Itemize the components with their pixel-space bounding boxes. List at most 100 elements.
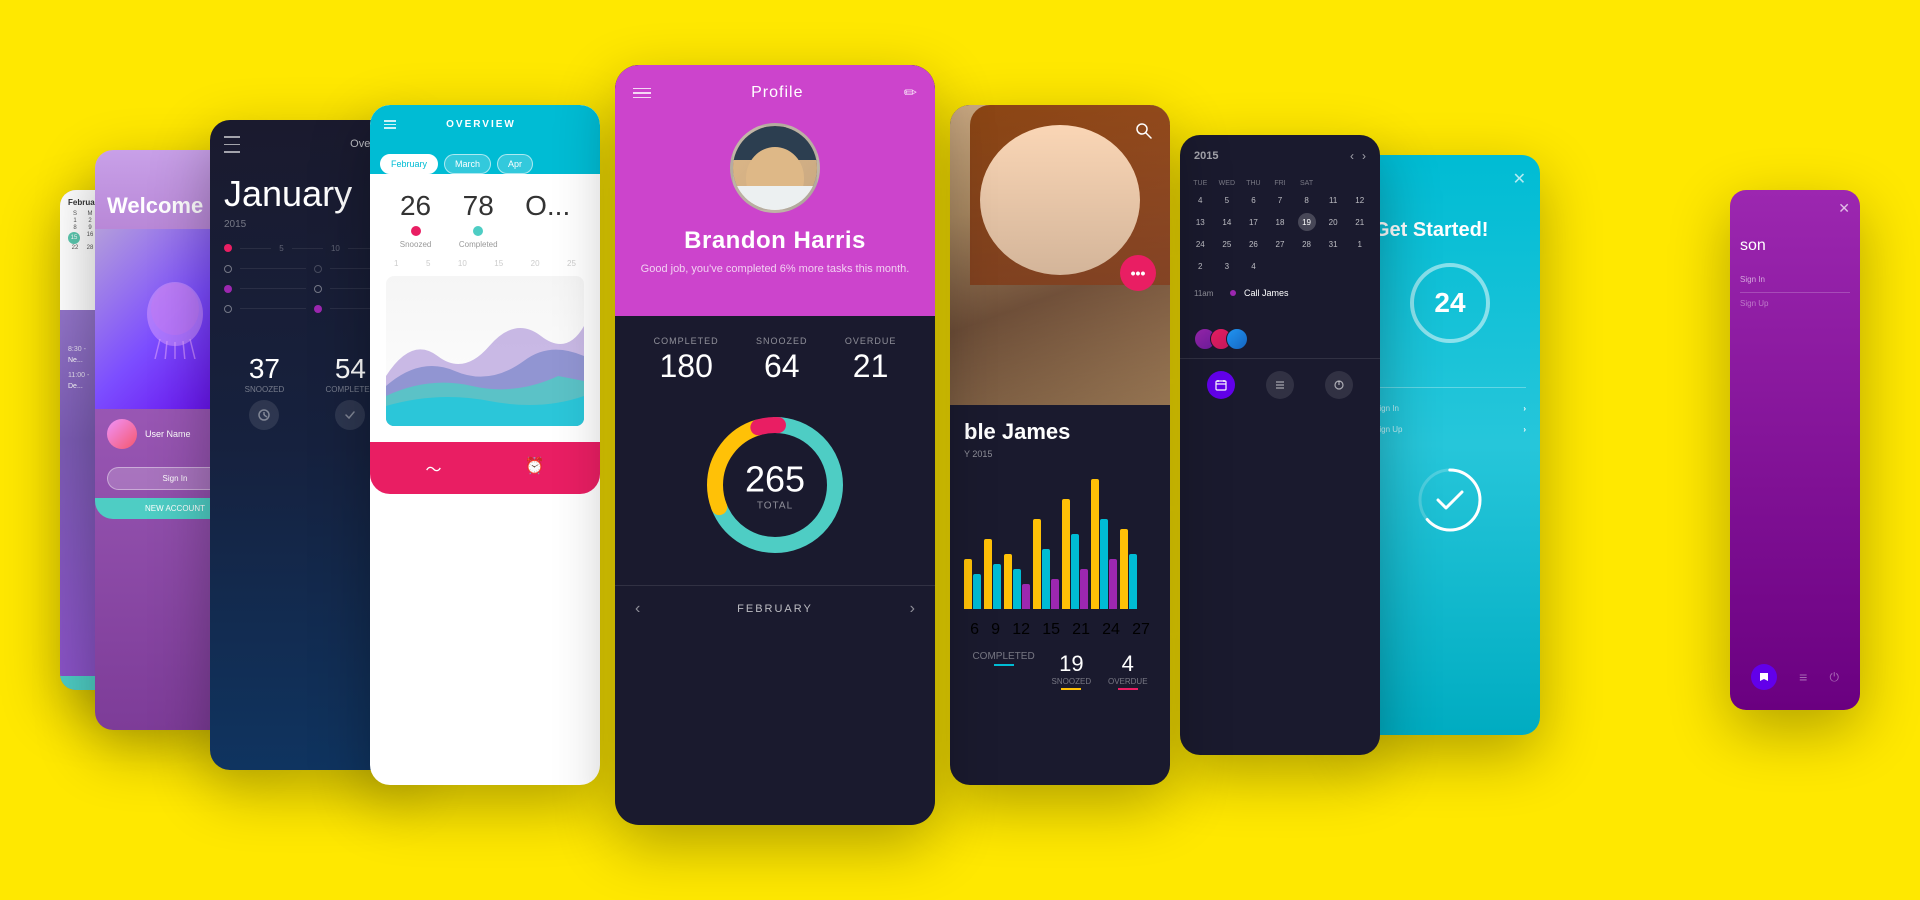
progress-ring xyxy=(1410,460,1490,540)
prev-month-button[interactable]: ‹ xyxy=(1350,149,1354,163)
timeline-dot xyxy=(314,265,322,273)
tab-february[interactable]: February xyxy=(380,154,438,174)
bar-teal xyxy=(1042,549,1050,609)
completed-stat: COMPLETED xyxy=(972,651,1034,692)
power-icon-button[interactable] xyxy=(1325,371,1353,399)
snoozed-label: Snoozed xyxy=(400,240,432,249)
completed-col: COMPLETED 180 xyxy=(654,336,719,385)
snoozed-line xyxy=(1061,688,1081,690)
bar-purple xyxy=(1022,584,1030,609)
snoozed-stat: 37 SNOOZED xyxy=(245,353,285,436)
power-icon-button[interactable]: ⏻ xyxy=(1829,664,1839,690)
next-month-button[interactable]: › xyxy=(910,600,915,618)
clock-icon[interactable]: ⏰ xyxy=(525,456,545,480)
list-icon-button[interactable] xyxy=(1266,371,1294,399)
cal-day[interactable]: 11 xyxy=(1324,191,1342,209)
wave-icon[interactable]: 〜 xyxy=(426,456,442,480)
cal-day[interactable]: 8 xyxy=(1298,191,1316,209)
x-label: 21 xyxy=(1072,621,1090,639)
menu-icon[interactable] xyxy=(384,120,396,129)
cal-today[interactable]: 19 xyxy=(1298,213,1316,231)
completed-value: COMPLETED xyxy=(972,651,1034,662)
prev-month-button[interactable]: ‹ xyxy=(635,600,640,618)
cal-day[interactable]: 14 xyxy=(1218,213,1236,231)
hamburger-line xyxy=(224,144,240,146)
cal-day[interactable]: 28 xyxy=(1298,235,1316,253)
more-options-button[interactable]: ••• xyxy=(1120,255,1156,291)
timeline-dot-purple xyxy=(224,285,232,293)
cal-day[interactable]: 13 xyxy=(1191,213,1209,231)
exit-icon[interactable]: ✕ xyxy=(1513,169,1526,189)
cal-day[interactable]: 20 xyxy=(1324,213,1342,231)
sign-in-arrow[interactable]: › xyxy=(1523,404,1526,413)
cal-day[interactable]: 1 xyxy=(1351,235,1369,253)
x-label: 15 xyxy=(1042,621,1060,639)
cal-day[interactable]: 6 xyxy=(1244,191,1262,209)
bar-teal xyxy=(973,574,981,609)
card9-header: ✕ xyxy=(1730,190,1860,227)
search-button[interactable] xyxy=(1132,119,1156,143)
tab-april[interactable]: Apr xyxy=(497,154,533,174)
menu-line xyxy=(633,88,651,90)
cal-day[interactable]: 17 xyxy=(1244,213,1262,231)
person-name: ble James xyxy=(950,405,1170,449)
menu-line xyxy=(384,127,396,129)
overdue-label: OVERDUE xyxy=(845,336,897,346)
bar-teal xyxy=(1071,534,1079,609)
hamburger-line xyxy=(224,136,240,138)
cal-day[interactable]: 25 xyxy=(1218,235,1236,253)
timeline-dot xyxy=(224,265,232,273)
next-month-button[interactable]: › xyxy=(1362,149,1366,163)
day-header: THU xyxy=(1241,177,1266,190)
sign-in-row: Sign In › xyxy=(1360,398,1540,419)
completed-stat: 54 COMPLETED xyxy=(326,353,376,436)
cal-day[interactable]: 7 xyxy=(1271,191,1289,209)
card-get-started: ✕ Get Started! 24 Sign In › Sign Up › xyxy=(1360,155,1540,735)
bar-group-5 xyxy=(1062,499,1088,609)
scale-label: 5 xyxy=(426,259,430,268)
profile-stats-section: COMPLETED 180 SNOOZED 64 OVERDUE 21 xyxy=(615,316,935,585)
cal-day[interactable]: 5 xyxy=(1218,191,1236,209)
completed-value: 180 xyxy=(654,348,719,385)
cal-day[interactable]: 24 xyxy=(1191,235,1209,253)
cal-day[interactable]: 12 xyxy=(1351,191,1369,209)
scale-label: 25 xyxy=(567,259,576,268)
menu-icon[interactable] xyxy=(633,88,651,99)
man-shirt xyxy=(733,186,817,210)
menu-line xyxy=(384,120,396,122)
title: son xyxy=(1740,237,1850,255)
cal-day[interactable]: 27 xyxy=(1271,235,1289,253)
tab-march[interactable]: March xyxy=(444,154,491,174)
month-tabs: February March Apr xyxy=(370,144,600,174)
list-icon-button[interactable]: ≡ xyxy=(1799,664,1807,690)
cal-day[interactable]: 26 xyxy=(1244,235,1262,253)
timeline-dot xyxy=(314,285,322,293)
cal-day[interactable]: 21 xyxy=(1351,213,1369,231)
other-value: O... xyxy=(525,190,570,222)
cal-day: 1 xyxy=(68,218,82,224)
exit-icon[interactable]: ✕ xyxy=(1838,200,1850,217)
bar-gold xyxy=(1004,554,1012,609)
event-title: Call James xyxy=(1244,288,1289,298)
user-name: User Name xyxy=(145,429,191,439)
profile-avatar xyxy=(730,123,820,213)
card8-content: Get Started! 24 xyxy=(1360,203,1540,377)
edit-icon[interactable]: ✏ xyxy=(904,83,917,103)
cal-day[interactable]: 2 xyxy=(1191,257,1209,275)
cal-day[interactable]: 4 xyxy=(1191,191,1209,209)
x-label: 6 xyxy=(970,621,979,639)
cal-day[interactable]: 4 xyxy=(1244,257,1262,275)
bar-group-3 xyxy=(1004,554,1030,609)
cal-day[interactable]: 3 xyxy=(1218,257,1236,275)
event-section: 11am Call James xyxy=(1180,276,1380,320)
day-header: FRI xyxy=(1268,177,1293,190)
cal-day[interactable]: 18 xyxy=(1271,213,1289,231)
hamburger-icon[interactable] xyxy=(224,134,240,155)
sign-up-arrow[interactable]: › xyxy=(1523,425,1526,434)
calendar-icon-button[interactable] xyxy=(1207,371,1235,399)
donut-center-text: 265 TOTAL xyxy=(745,458,805,511)
cal-day[interactable]: 31 xyxy=(1324,235,1342,253)
card-rightmost: ✕ son Sign In Sign Up ≡ ⏻ xyxy=(1730,190,1860,710)
active-icon-button[interactable] xyxy=(1751,664,1777,690)
bar-gold xyxy=(1120,529,1128,609)
